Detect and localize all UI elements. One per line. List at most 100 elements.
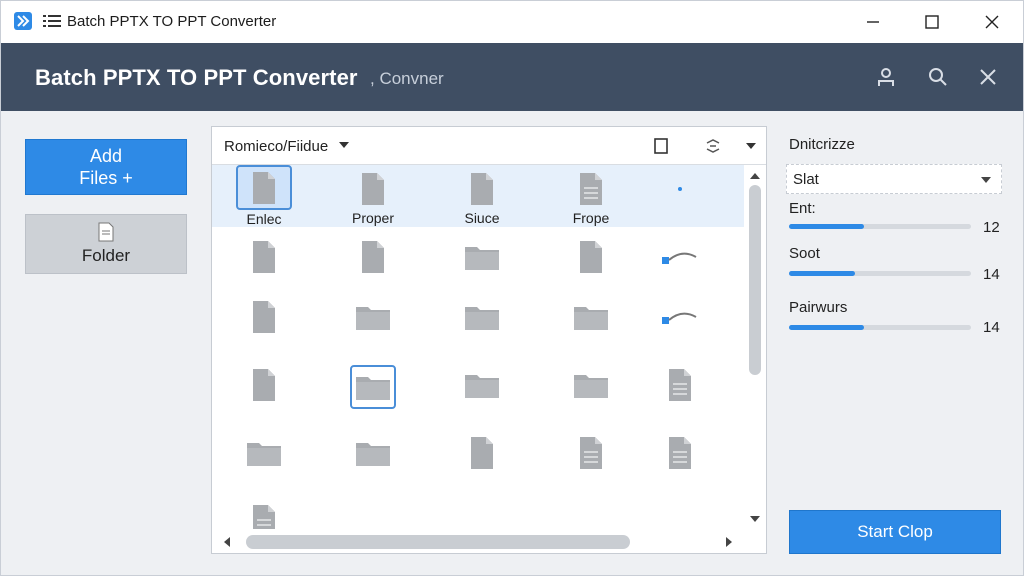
horizontal-scroll-thumb[interactable]	[246, 535, 630, 549]
slider-3-fill	[789, 325, 864, 330]
file-label: Proper	[351, 210, 395, 226]
close-window-button[interactable]	[963, 1, 1021, 43]
file-grid: Enlec Proper Siuce Frope	[212, 165, 744, 541]
file-label: Enlec	[246, 211, 282, 227]
search-button[interactable]	[926, 65, 950, 89]
view-toggle-button[interactable]	[652, 137, 670, 155]
file-item[interactable]	[224, 429, 304, 491]
file-item[interactable]: Frope	[551, 165, 631, 227]
file-item[interactable]	[551, 361, 631, 423]
file-item[interactable]	[442, 429, 522, 491]
slider-3[interactable]	[789, 325, 971, 330]
app-logo-icon	[14, 12, 32, 30]
document-icon	[571, 169, 611, 209]
slider-label-1: Ent:	[789, 200, 816, 217]
scroll-up-arrow-icon[interactable]	[750, 173, 760, 179]
folder-icon	[462, 365, 502, 405]
options-title: Dnitcrizze	[789, 136, 855, 153]
header-title: Batch PPTX TO PPT Converter	[35, 65, 358, 90]
slider-label-2: Soot	[789, 245, 820, 262]
format-select-value: Slat	[793, 171, 819, 188]
file-item[interactable]: Proper	[333, 165, 413, 227]
file-icon	[571, 237, 611, 277]
slider-2-fill	[789, 271, 855, 276]
folder-icon	[571, 297, 611, 337]
close-icon	[985, 15, 999, 29]
file-label: Frope	[572, 210, 610, 226]
file-item[interactable]	[333, 293, 413, 355]
add-files-button[interactable]: Add Files +	[25, 139, 187, 195]
file-item[interactable]	[333, 429, 413, 491]
scroll-down-arrow-icon[interactable]	[750, 516, 760, 522]
title-bar: Batch PPTX TO PPT Converter	[1, 1, 1023, 43]
app-window: Batch PPTX TO PPT Converter Batch PPTX T…	[0, 0, 1024, 576]
folder-icon	[353, 297, 393, 337]
chevron-down-icon[interactable]	[339, 142, 349, 148]
file-item[interactable]	[551, 429, 631, 491]
vertical-scrollbar[interactable]	[744, 165, 766, 541]
file-item[interactable]	[640, 429, 720, 491]
file-item[interactable]: Enlec	[224, 165, 304, 227]
user-icon	[878, 68, 894, 86]
window-title: Batch PPTX TO PPT Converter	[67, 13, 277, 30]
scroll-left-arrow-icon[interactable]	[224, 537, 230, 547]
slider-value-2: 14	[983, 266, 1000, 283]
close-app-button[interactable]	[976, 65, 1000, 89]
file-item[interactable]	[442, 361, 522, 423]
file-label: Siuce	[464, 210, 500, 226]
folder-icon	[462, 237, 502, 277]
minimize-icon	[867, 21, 879, 23]
hamburger-menu-icon[interactable]	[43, 14, 61, 28]
scroll-right-arrow-icon[interactable]	[726, 537, 732, 547]
document-icon	[98, 222, 114, 242]
format-select[interactable]: Slat	[786, 164, 1002, 194]
document-icon	[660, 433, 700, 473]
slider-value-1: 12	[983, 219, 1000, 236]
document-icon	[571, 433, 611, 473]
chevron-down-icon	[746, 143, 756, 149]
chevron-down-icon	[981, 177, 991, 183]
file-icon	[462, 169, 502, 209]
slider-value-3: 14	[983, 319, 1000, 336]
link-icon	[660, 237, 700, 277]
link-icon	[660, 297, 700, 337]
file-item[interactable]	[640, 165, 720, 227]
dot-icon	[660, 169, 700, 209]
file-item[interactable]: Siuce	[442, 165, 522, 227]
file-item[interactable]	[224, 293, 304, 355]
start-convert-button[interactable]: Start Clop	[789, 510, 1001, 554]
horizontal-scrollbar[interactable]	[212, 529, 744, 553]
file-item[interactable]	[442, 233, 522, 295]
file-icon	[244, 365, 284, 405]
slider-2[interactable]	[789, 271, 971, 276]
search-icon	[929, 68, 947, 86]
sort-button[interactable]	[704, 137, 722, 155]
file-item[interactable]	[640, 361, 720, 423]
file-item[interactable]	[640, 233, 720, 295]
folder-icon	[350, 365, 396, 409]
file-item[interactable]	[333, 233, 413, 295]
folder-label: Folder	[81, 246, 131, 265]
file-item[interactable]	[224, 361, 304, 423]
file-item[interactable]	[442, 293, 522, 355]
add-folder-button[interactable]: Folder	[25, 214, 187, 274]
file-item[interactable]	[333, 361, 413, 423]
path-dropdown[interactable]: Romieco/Fiidue	[224, 138, 328, 155]
maximize-button[interactable]	[903, 1, 961, 43]
file-item[interactable]	[224, 233, 304, 295]
minimize-button[interactable]	[844, 1, 902, 43]
file-item[interactable]	[551, 293, 631, 355]
vertical-scroll-thumb[interactable]	[749, 185, 761, 375]
file-icon	[244, 297, 284, 337]
toolbar-dropdown-button[interactable]	[742, 137, 760, 155]
square-view-icon	[654, 138, 668, 154]
file-browser: Romieco/Fiidue Enlec Proper Siuce Frope	[211, 126, 767, 554]
slider-1[interactable]	[789, 224, 971, 229]
file-item[interactable]	[551, 233, 631, 295]
add-files-label-line2: Files +	[79, 168, 133, 188]
folder-icon	[244, 433, 284, 473]
file-item[interactable]	[640, 293, 720, 355]
file-icon	[353, 169, 393, 209]
slider-1-fill	[789, 224, 864, 229]
user-button[interactable]	[874, 65, 898, 89]
